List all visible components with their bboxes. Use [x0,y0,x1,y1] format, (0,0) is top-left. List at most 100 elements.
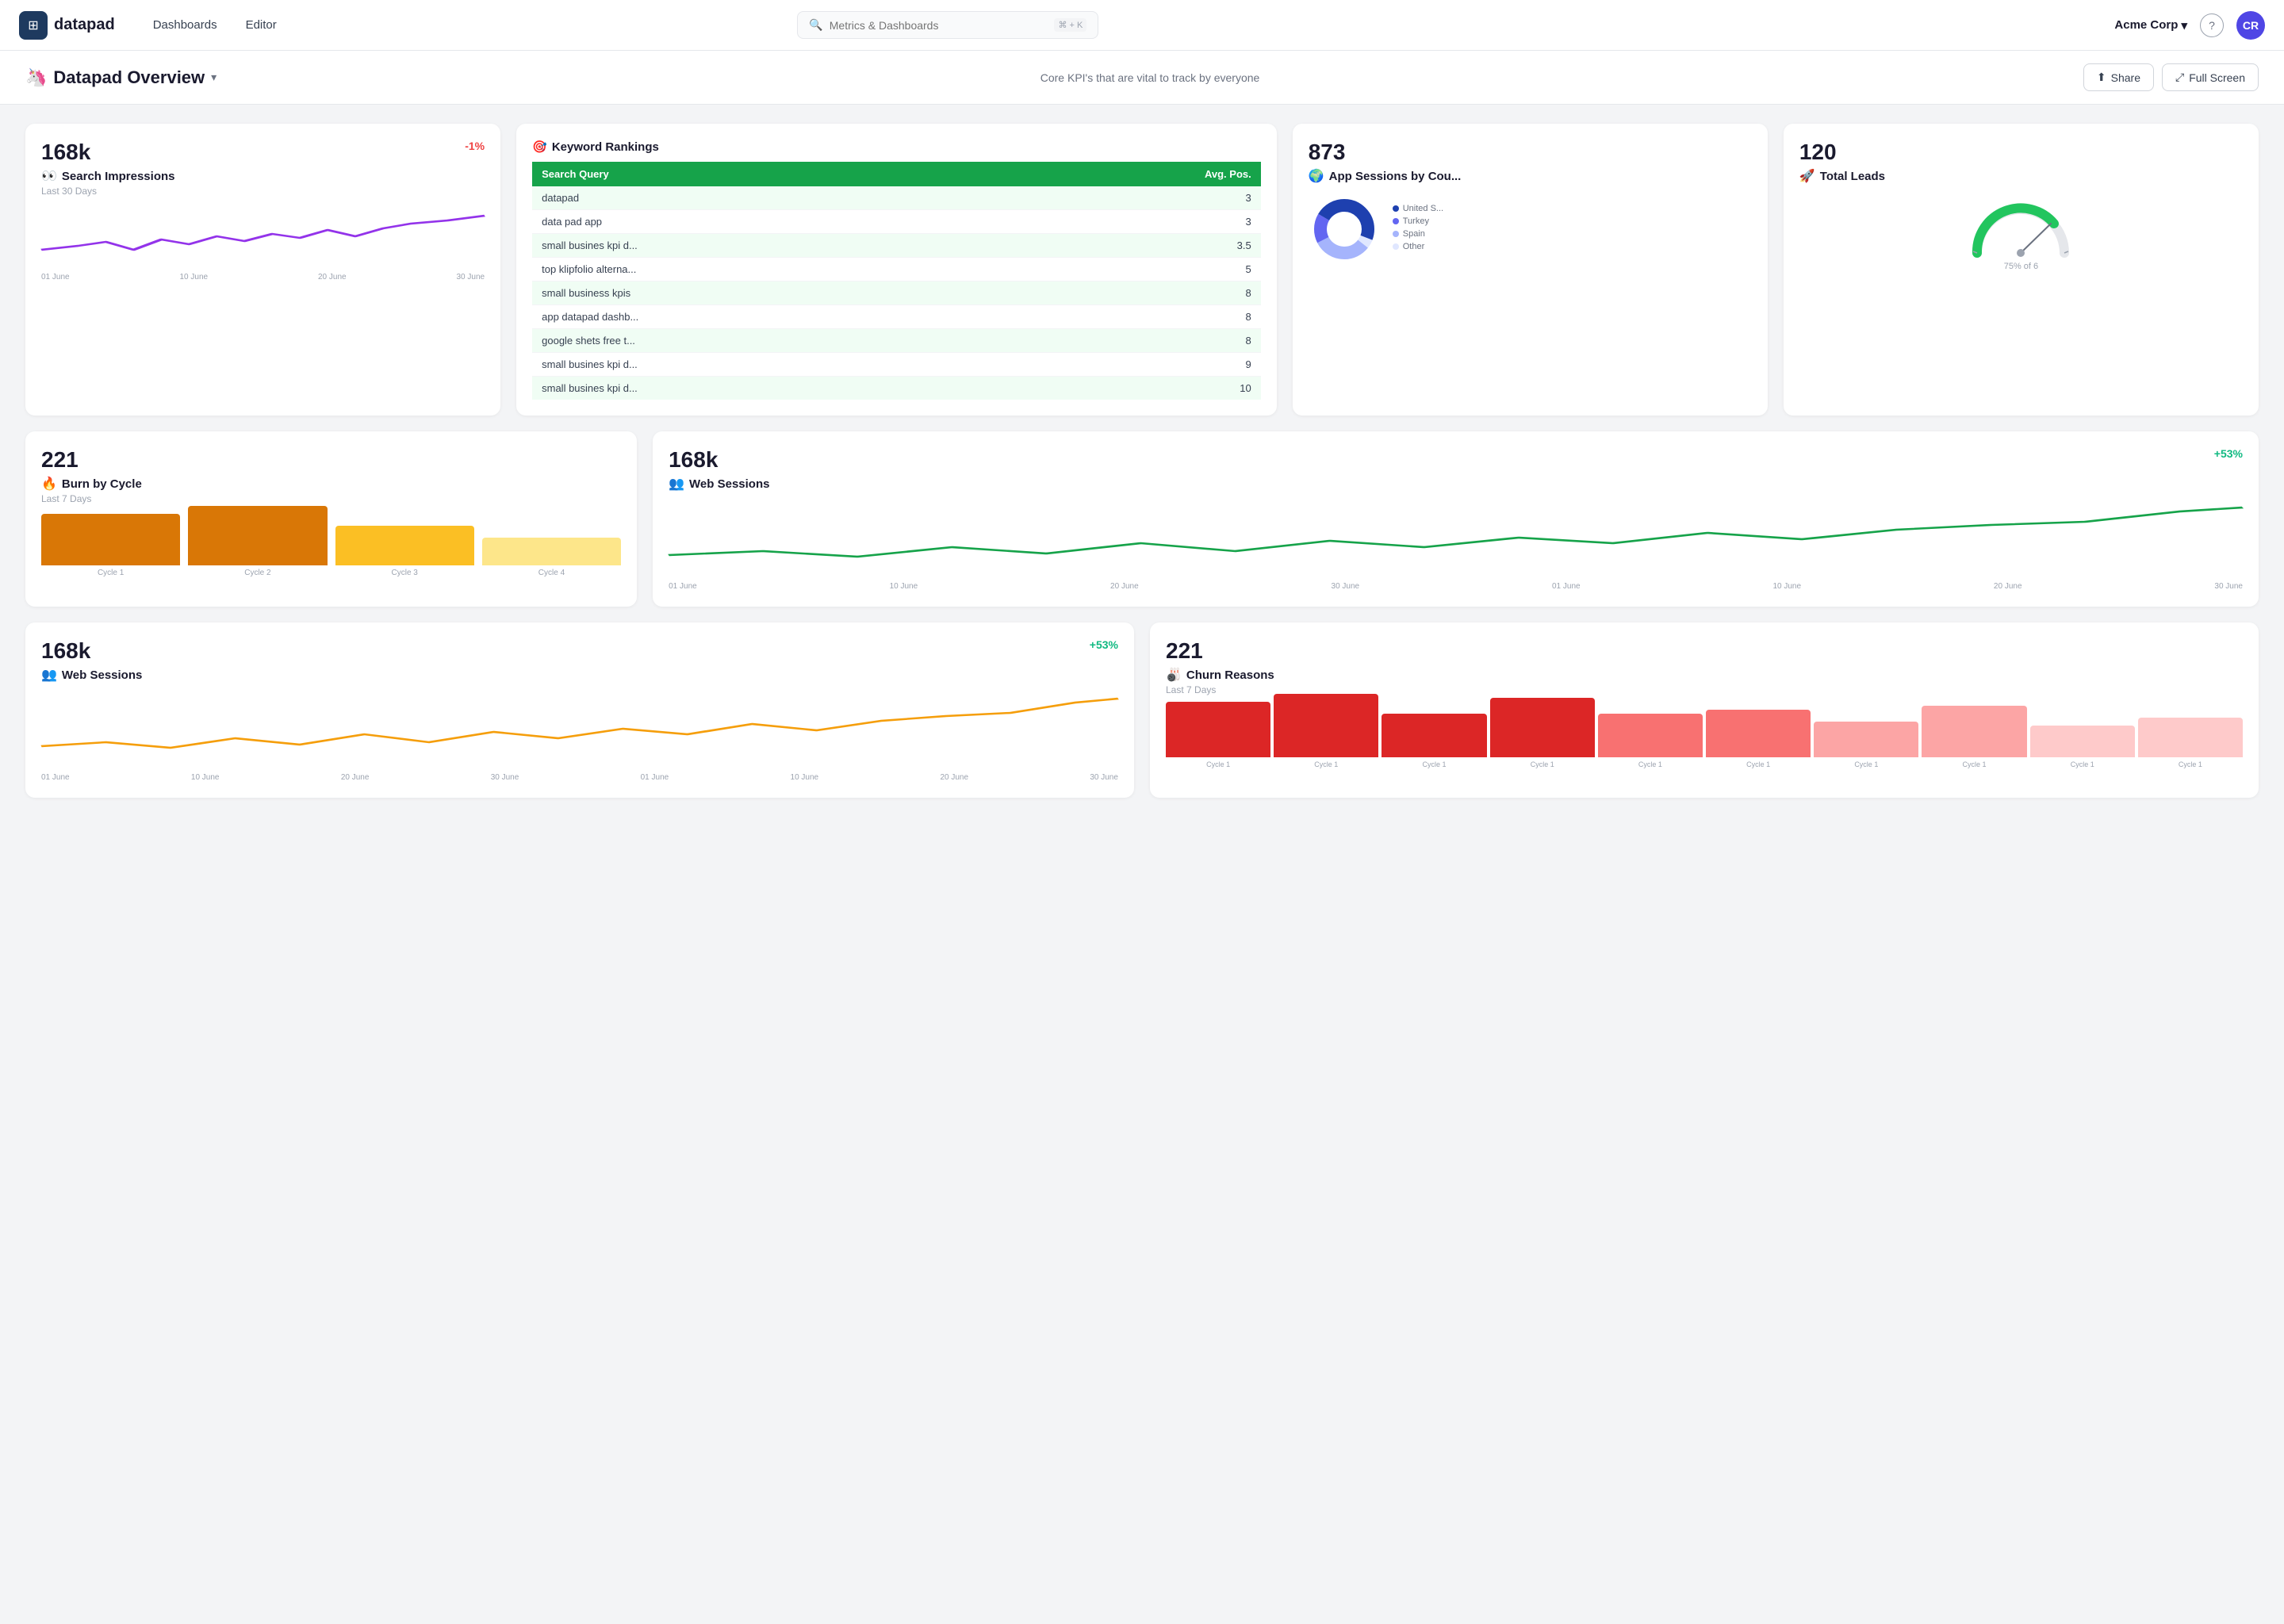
table-row: top klipfolio alterna...5 [532,258,1261,282]
bar-label: Cycle 3 [392,569,418,577]
gauge-chart [1965,193,2076,257]
bar [482,538,621,565]
churn-bar [1598,714,1703,757]
burn-by-cycle-title: Burn by Cycle [62,477,142,491]
help-button[interactable]: ? [2200,13,2224,37]
total-leads-value: 120 [1799,140,1837,164]
churn-bar [1274,694,1378,757]
web-sessions-top-chart [669,500,2243,579]
churn-bar [2138,718,2243,757]
churn-bar-col: Cycle 1 [1382,714,1486,768]
search-impressions-x-labels: 01 June 10 June 20 June 30 June [41,273,485,282]
search-impressions-value: 168k [41,140,90,165]
nav-editor[interactable]: Editor [233,12,289,38]
bar-col: Cycle 3 [335,526,474,577]
dashboard-chevron-icon[interactable]: ▾ [211,71,217,84]
app-sessions-donut [1309,193,1380,265]
table-row: datapad3 [532,186,1261,210]
burn-by-cycle-value: 221 [41,447,79,472]
gauge-label: 75% of 6 [2004,262,2038,271]
churn-bar-label: Cycle 1 [1963,760,1987,768]
keyword-rankings-emoji: 🎯 [532,140,547,154]
churn-bar [1706,710,1811,757]
churn-bar-col: Cycle 1 [1166,702,1270,768]
churn-bar-label: Cycle 1 [1638,760,1662,768]
dashboard-emoji: 🦄 [25,67,47,88]
churn-reasons-value: 221 [1166,638,1203,663]
bar-label: Cycle 4 [538,569,565,577]
burn-by-cycle-emoji: 🔥 [41,476,57,492]
churn-reasons-title: Churn Reasons [1186,668,1274,682]
share-button[interactable]: ⬆ Share [2083,63,2154,91]
search-shortcut: ⌘ + K [1054,18,1086,32]
search-impressions-chart [41,206,485,270]
total-leads-title: Total Leads [1820,170,1885,183]
burn-by-cycle-subtitle: Last 7 Days [41,493,621,504]
kw-col-pos: Avg. Pos. [998,162,1261,186]
keyword-rankings-card: 🎯 Keyword Rankings Search Query Avg. Pos… [516,124,1277,416]
main-content: 168k -1% 👀 Search Impressions Last 30 Da… [0,105,2284,833]
logo-text: datapad [54,16,115,34]
company-name[interactable]: Acme Corp ▾ [2114,18,2187,33]
row-2: 221 🔥 Burn by Cycle Last 7 Days Cycle 1 … [25,431,2259,607]
search-impressions-emoji: 👀 [41,168,57,184]
dashboard-title: Datapad Overview [53,67,205,88]
nav-links: Dashboards Editor [140,12,289,38]
churn-reasons-chart: Cycle 1 Cycle 1 Cycle 1 Cycle 1 Cycle 1 … [1166,705,2243,768]
web-sessions-bottom-change: +53% [1090,638,1118,651]
churn-bar [1814,722,1918,757]
total-leads-card: 120 🚀 Total Leads 75% of 6 [1784,124,2259,416]
legend-dot [1393,243,1399,250]
table-row: google shets free t...8 [532,329,1261,353]
fullscreen-button[interactable]: ⤢ Full Screen [2162,63,2259,91]
bar [335,526,474,565]
table-row: app datapad dashb...8 [532,305,1261,329]
churn-bar-label: Cycle 1 [2071,760,2094,768]
bar-col: Cycle 2 [188,506,327,577]
dashboard-subtitle: Core KPI's that are vital to track by ev… [229,71,2071,84]
row-1: 168k -1% 👀 Search Impressions Last 30 Da… [25,124,2259,416]
app-sessions-donut-area: United S...TurkeySpainOther [1309,193,1752,265]
bar [188,506,327,565]
web-sessions-bottom-x-labels: 01 June 10 June 20 June 30 June 01 June … [41,773,1118,782]
web-sessions-top-title: Web Sessions [689,477,769,491]
churn-bar-col: Cycle 1 [1922,706,2026,768]
bar-col: Cycle 1 [41,514,180,577]
keyword-rankings-header: 🎯 Keyword Rankings [532,140,1261,154]
search-input[interactable] [830,19,1048,32]
web-sessions-bottom-emoji: 👥 [41,667,57,683]
churn-bar [1922,706,2026,757]
churn-bar-label: Cycle 1 [1746,760,1770,768]
web-sessions-top-change: +53% [2214,447,2243,460]
search-impressions-subtitle: Last 30 Days [41,186,485,197]
dashboard-title-area: 🦄 Datapad Overview ▾ [25,67,217,88]
legend-dot [1393,205,1399,212]
churn-bar-label: Cycle 1 [1531,760,1554,768]
table-row: small busines kpi d...10 [532,377,1261,400]
churn-bar-col: Cycle 1 [2030,726,2135,768]
fullscreen-icon: ⤢ [2175,71,2184,84]
burn-by-cycle-card: 221 🔥 Burn by Cycle Last 7 Days Cycle 1 … [25,431,637,607]
search-impressions-title: Search Impressions [62,170,175,183]
churn-bar-label: Cycle 1 [1854,760,1878,768]
search-impressions-change: -1% [465,140,485,152]
keyword-rankings-table: Search Query Avg. Pos. datapad3data pad … [532,162,1261,400]
avatar[interactable]: CR [2236,11,2265,40]
bar-label: Cycle 1 [98,569,124,577]
churn-bar [1490,698,1595,757]
table-row: data pad app3 [532,210,1261,234]
search-bar[interactable]: 🔍 ⌘ + K [797,11,1098,39]
table-row: small busines kpi d...9 [532,353,1261,377]
churn-bar-col: Cycle 1 [1706,710,1811,768]
churn-reasons-emoji: 🎳 [1166,667,1182,683]
search-icon: 🔍 [809,18,822,32]
churn-bar-col: Cycle 1 [2138,718,2243,768]
app-sessions-value: 873 [1309,140,1346,164]
legend-item: Turkey [1393,216,1443,226]
web-sessions-top-x-labels: 01 June 10 June 20 June 30 June 01 June … [669,582,2243,591]
nav-dashboards[interactable]: Dashboards [140,12,230,38]
web-sessions-bottom-card: 168k +53% 👥 Web Sessions 01 June 10 June… [25,622,1134,798]
churn-bar-label: Cycle 1 [1314,760,1338,768]
churn-bar-col: Cycle 1 [1490,698,1595,768]
logo-area[interactable]: ⊞ datapad [19,11,115,40]
